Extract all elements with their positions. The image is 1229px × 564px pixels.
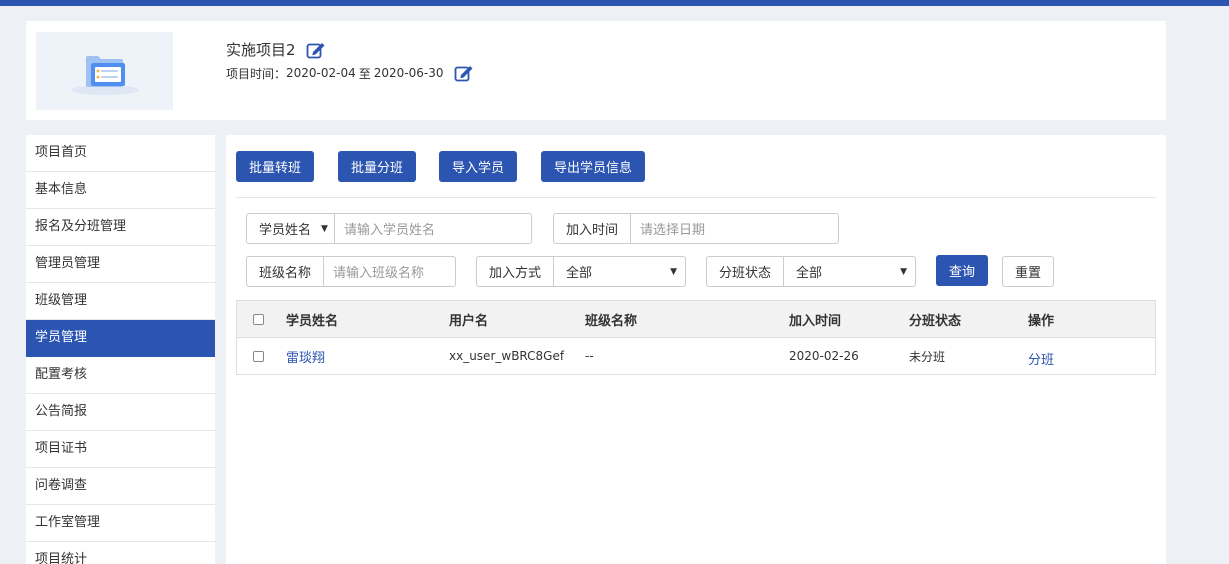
student-name-input[interactable]: 请输入学员姓名	[335, 214, 531, 243]
main-panel: 批量转班 批量分班 导入学员 导出学员信息 学员姓名 ▼ 请输入学员姓名 加入时…	[226, 135, 1166, 564]
export-students-button[interactable]: 导出学员信息	[541, 151, 645, 182]
chevron-down-icon: ▼	[321, 223, 328, 234]
class-status-select[interactable]: 全部 ▼	[784, 257, 915, 286]
project-time-label: 项目时间：	[226, 66, 287, 81]
sidebar-item-students[interactable]: 学员管理	[26, 320, 215, 357]
sidebar-item-announcements[interactable]: 公告简报	[26, 394, 215, 431]
reset-button[interactable]: 重置	[1002, 256, 1054, 287]
select-all-checkbox[interactable]	[253, 313, 264, 325]
project-title-row: 实施项目2	[226, 39, 326, 60]
batch-assign-button[interactable]: 批量分班	[338, 151, 416, 182]
sidebar-item-classes[interactable]: 班级管理	[26, 283, 215, 320]
edit-time-icon[interactable]	[454, 64, 474, 82]
table-row: 雷琰翔 xx_user_wBRC8Gef -- 2020-02-26 未分班 分…	[237, 338, 1155, 374]
query-button[interactable]: 查询	[936, 255, 988, 286]
assign-class-link[interactable]: 分班	[1028, 340, 1054, 376]
col-header-join-time: 加入时间	[789, 313, 842, 329]
table-header-row: 学员姓名 用户名 班级名称 加入时间 分班状态 操作	[237, 301, 1155, 338]
class-status-filter: 分班状态 全部 ▼	[706, 256, 916, 287]
join-time-date-input[interactable]: 请选择日期	[631, 214, 838, 243]
sidebar-nav: 项目首页 基本信息 报名及分班管理 管理员管理 班级管理 学员管理 配置考核 公…	[26, 135, 215, 564]
join-method-label: 加入方式	[477, 257, 555, 286]
project-time-row: 项目时间： 2020-02-04 至 2020-06-30	[226, 64, 474, 82]
top-accent-bar	[0, 0, 1229, 6]
date-range-separator: 至	[358, 66, 371, 81]
project-thumbnail	[36, 32, 173, 110]
join-method-select[interactable]: 全部 ▼	[554, 257, 685, 286]
sidebar-item-statistics[interactable]: 项目统计	[26, 542, 215, 564]
batch-transfer-button[interactable]: 批量转班	[236, 151, 314, 182]
toolbar-divider	[236, 197, 1156, 198]
project-end-date: 2020-06-30	[373, 66, 444, 80]
name-field-select[interactable]: 学员姓名 ▼	[247, 214, 335, 243]
class-name-filter: 班级名称 请输入班级名称	[246, 256, 456, 287]
join-time-label: 加入时间	[554, 214, 632, 243]
sidebar-item-project-home[interactable]: 项目首页	[26, 135, 215, 172]
project-start-date: 2020-02-04	[286, 66, 356, 80]
col-header-status: 分班状态	[909, 313, 962, 329]
col-header-username: 用户名	[449, 313, 489, 329]
project-header: 实施项目2 项目时间： 2020-02-04 至 2020-06-30	[26, 21, 1166, 120]
sidebar-item-assessment[interactable]: 配置考核	[26, 357, 215, 394]
row-checkbox[interactable]	[253, 350, 264, 362]
class-status-select-value: 全部	[796, 266, 823, 281]
class-name-label: 班级名称	[247, 257, 325, 286]
folder-icon	[71, 56, 139, 95]
project-title: 实施项目2	[226, 41, 296, 59]
sidebar-item-studios[interactable]: 工作室管理	[26, 505, 215, 542]
import-students-button[interactable]: 导入学员	[439, 151, 517, 182]
student-name-filter: 学员姓名 ▼ 请输入学员姓名	[246, 213, 532, 244]
col-header-action: 操作	[1028, 313, 1055, 329]
row-checkbox-cell	[253, 338, 264, 374]
col-header-class-name: 班级名称	[585, 313, 638, 329]
class-status-label: 分班状态	[707, 257, 785, 286]
select-all-checkbox-cell	[253, 301, 264, 337]
edit-title-icon[interactable]	[306, 41, 326, 59]
col-header-name: 学员姓名	[286, 313, 339, 329]
sidebar-item-admins[interactable]: 管理员管理	[26, 246, 215, 283]
student-name-link[interactable]: 雷琰翔	[286, 338, 325, 374]
sidebar-item-enrollment[interactable]: 报名及分班管理	[26, 209, 215, 246]
students-table: 学员姓名 用户名 班级名称 加入时间 分班状态 操作 雷琰翔 xx_user_w…	[236, 300, 1156, 375]
join-method-filter: 加入方式 全部 ▼	[476, 256, 686, 287]
chevron-down-icon: ▼	[670, 266, 677, 277]
sidebar-item-surveys[interactable]: 问卷调查	[26, 468, 215, 505]
name-field-select-value: 学员姓名	[259, 223, 312, 238]
username-cell: xx_user_wBRC8Gef	[449, 349, 565, 363]
class-name-cell: --	[585, 349, 594, 363]
status-cell: 未分班	[909, 349, 946, 364]
sidebar-item-basic-info[interactable]: 基本信息	[26, 172, 215, 209]
sidebar-item-certificates[interactable]: 项目证书	[26, 431, 215, 468]
join-time-cell: 2020-02-26	[789, 349, 859, 363]
join-method-select-value: 全部	[566, 266, 593, 281]
chevron-down-icon: ▼	[900, 266, 907, 277]
class-name-input[interactable]: 请输入班级名称	[324, 257, 455, 286]
join-time-filter: 加入时间 请选择日期	[553, 213, 839, 244]
